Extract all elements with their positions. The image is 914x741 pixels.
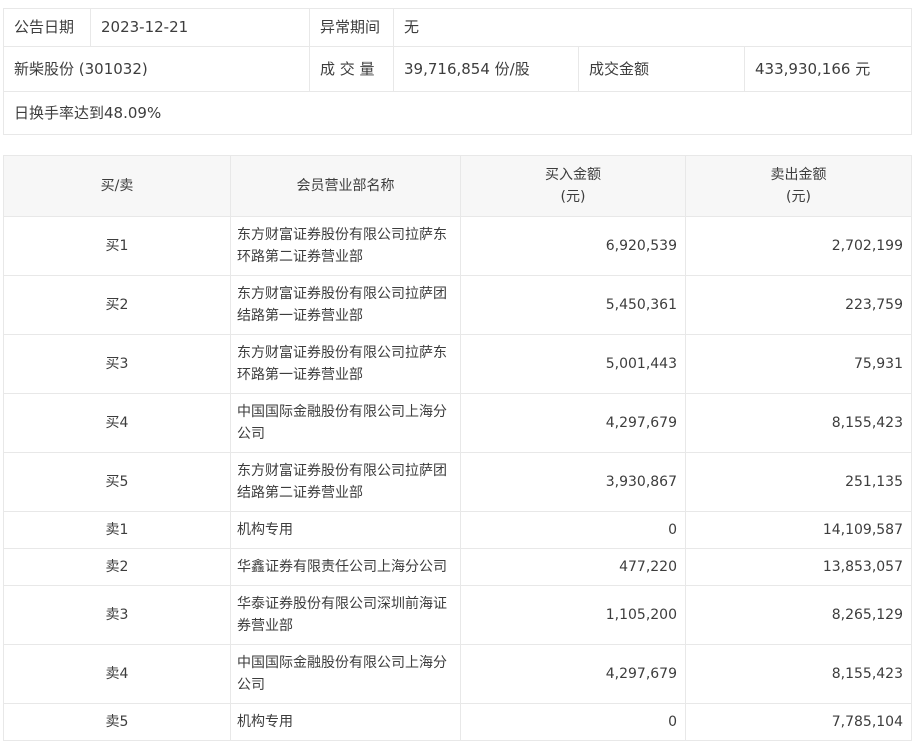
header-buy-amount-line2: (元) — [560, 189, 586, 205]
cell-buy-amount: 5,001,443 — [460, 334, 686, 394]
cell-buy-amount: 3,930,867 — [460, 452, 686, 512]
cell-buy-amount: 4,297,679 — [460, 393, 686, 453]
cell-sell-amount: 251,135 — [685, 452, 912, 512]
table-row: 买2 东方财富证券股份有限公司拉萨团结路第一证券营业部 5,450,361 22… — [3, 275, 912, 335]
cell-branch-name: 东方财富证券股份有限公司拉萨团结路第一证券营业部 — [230, 275, 461, 335]
header-sell-amount-line2: (元) — [786, 189, 811, 205]
volume-label: 成 交 量 — [309, 46, 394, 92]
cell-sell-amount: 13,853,057 — [685, 548, 912, 586]
header-buy-amount: 买入金额 (元) — [460, 155, 686, 217]
cell-branch-name: 东方财富证券股份有限公司拉萨东环路第二证券营业部 — [230, 216, 461, 276]
cell-branch-name: 东方财富证券股份有限公司拉萨东环路第一证券营业部 — [230, 334, 461, 394]
list-reason-text: 日换手率达到48.09% — [2, 91, 913, 135]
turnover-amount-label: 成交金额 — [578, 46, 745, 92]
abnormal-period-label: 异常期间 — [309, 8, 394, 47]
broker-rank-table: 买/卖 会员营业部名称 买入金额 (元) 卖出金额 (元) 买1 东方财富证券股… — [3, 155, 912, 741]
table-row: 卖5 机构专用 0 7,785,104 — [3, 703, 912, 741]
cell-branch-name: 东方财富证券股份有限公司拉萨团结路第二证券营业部 — [230, 452, 461, 512]
cell-side: 卖1 — [3, 511, 231, 549]
cell-sell-amount: 2,702,199 — [685, 216, 912, 276]
table-row: 卖4 中国国际金融股份有限公司上海分公司 4,297,679 8,155,423 — [3, 644, 912, 704]
cell-side: 买2 — [3, 275, 231, 335]
cell-buy-amount: 6,920,539 — [460, 216, 686, 276]
cell-side: 买3 — [3, 334, 231, 394]
cell-side: 买4 — [3, 393, 231, 453]
cell-buy-amount: 477,220 — [460, 548, 686, 586]
cell-sell-amount: 223,759 — [685, 275, 912, 335]
cell-branch-name: 机构专用 — [230, 511, 461, 549]
cell-branch-name: 机构专用 — [230, 703, 461, 741]
header-buy-amount-line1: 买入金额 — [545, 167, 601, 183]
header-branch: 会员营业部名称 — [230, 155, 461, 217]
cell-buy-amount: 4,297,679 — [460, 644, 686, 704]
cell-branch-name: 中国国际金融股份有限公司上海分公司 — [230, 644, 461, 704]
announce-date-value: 2023-12-21 — [90, 8, 310, 47]
cell-buy-amount: 0 — [460, 511, 686, 549]
cell-sell-amount: 8,155,423 — [685, 644, 912, 704]
announce-date-label: 公告日期 — [3, 8, 91, 47]
cell-buy-amount: 5,450,361 — [460, 275, 686, 335]
stock-summary-table: 公告日期 2023-12-21 异常期间 无 新柴股份 (301032) 成 交… — [2, 8, 913, 135]
table-row: 买4 中国国际金融股份有限公司上海分公司 4,297,679 8,155,423 — [3, 393, 912, 453]
stock-name: 新柴股份 (301032) — [3, 46, 310, 92]
cell-side: 卖2 — [3, 548, 231, 586]
table-row: 买1 东方财富证券股份有限公司拉萨东环路第二证券营业部 6,920,539 2,… — [3, 216, 912, 276]
cell-sell-amount: 8,155,423 — [685, 393, 912, 453]
header-side: 买/卖 — [3, 155, 231, 217]
cell-sell-amount: 8,265,129 — [685, 585, 912, 645]
turnover-amount-value: 433,930,166 元 — [743, 46, 913, 92]
cell-side: 卖3 — [3, 585, 231, 645]
table-row: 买5 东方财富证券股份有限公司拉萨团结路第二证券营业部 3,930,867 25… — [3, 452, 912, 512]
volume-value: 39,716,854 份/股 — [393, 46, 579, 92]
broker-rank-table-body: 买1 东方财富证券股份有限公司拉萨东环路第二证券营业部 6,920,539 2,… — [3, 216, 912, 741]
table-row: 卖1 机构专用 0 14,109,587 — [3, 511, 912, 549]
summary-row-date: 公告日期 2023-12-21 异常期间 无 — [3, 8, 913, 47]
header-row: 买/卖 会员营业部名称 买入金额 (元) 卖出金额 (元) — [3, 155, 912, 217]
table-row: 卖2 华鑫证券有限责任公司上海分公司 477,220 13,853,057 — [3, 548, 912, 586]
cell-side: 卖5 — [3, 703, 231, 741]
summary-row-volume: 新柴股份 (301032) 成 交 量 39,716,854 份/股 成交金额 … — [3, 46, 913, 92]
broker-rank-table-header: 买/卖 会员营业部名称 买入金额 (元) 卖出金额 (元) — [3, 155, 912, 217]
header-sell-amount: 卖出金额 (元) — [685, 155, 912, 217]
cell-sell-amount: 7,785,104 — [685, 703, 912, 741]
table-row: 买3 东方财富证券股份有限公司拉萨东环路第一证券营业部 5,001,443 75… — [3, 334, 912, 394]
header-sell-amount-line1: 卖出金额 — [770, 167, 827, 183]
cell-side: 卖4 — [3, 644, 231, 704]
cell-branch-name: 华鑫证券有限责任公司上海分公司 — [230, 548, 461, 586]
cell-branch-name: 中国国际金融股份有限公司上海分公司 — [230, 393, 461, 453]
summary-row-reason: 日换手率达到48.09% — [2, 91, 913, 135]
cell-buy-amount: 0 — [460, 703, 686, 741]
abnormal-period-value: 无 — [392, 8, 913, 47]
table-row: 卖3 华泰证券股份有限公司深圳前海证券营业部 1,105,200 8,265,1… — [3, 585, 912, 645]
cell-side: 买5 — [3, 452, 231, 512]
cell-buy-amount: 1,105,200 — [460, 585, 686, 645]
cell-sell-amount: 75,931 — [685, 334, 912, 394]
cell-sell-amount: 14,109,587 — [685, 511, 912, 549]
page: 公告日期 2023-12-21 异常期间 无 新柴股份 (301032) 成 交… — [0, 0, 914, 741]
cell-side: 买1 — [3, 216, 231, 276]
cell-branch-name: 华泰证券股份有限公司深圳前海证券营业部 — [230, 585, 461, 645]
